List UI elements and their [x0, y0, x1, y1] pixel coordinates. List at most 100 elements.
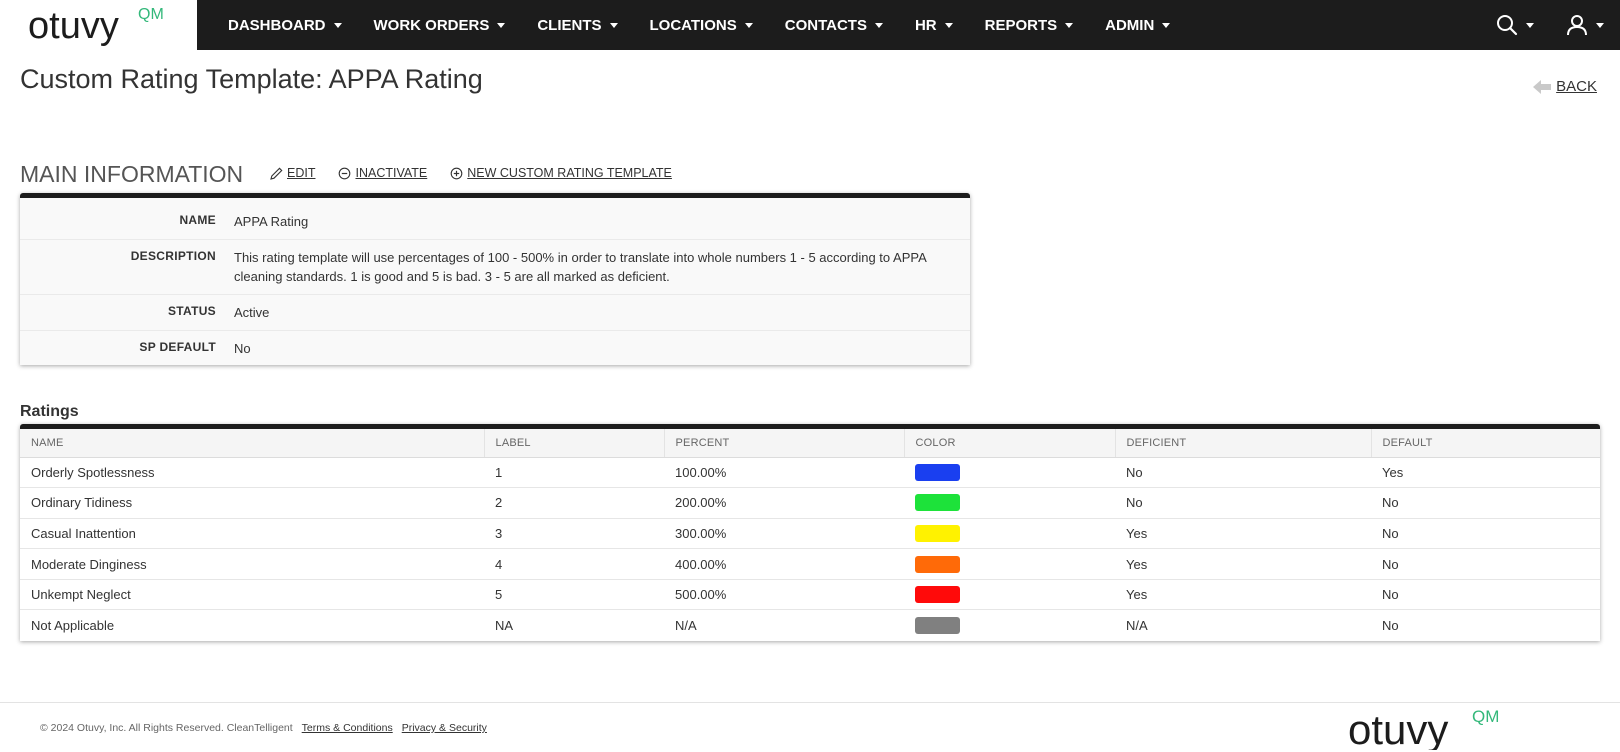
rating-deficient: No — [1115, 457, 1371, 489]
nav-admin[interactable]: ADMIN — [1089, 0, 1186, 50]
svg-text:QM: QM — [1472, 707, 1499, 726]
info-row-status: STATUS Active — [20, 295, 970, 331]
new-custom-rating-template-button[interactable]: NEW CUSTOM RATING TEMPLATE — [450, 166, 672, 180]
sp-default-label: SP DEFAULT — [139, 340, 216, 354]
column-header-name[interactable]: NAME — [20, 429, 485, 458]
footer-otuvy-qm-logo: otuvy QM — [1348, 706, 1499, 750]
table-row[interactable]: Moderate Dinginess 4 400.00% Yes No — [20, 548, 1600, 580]
info-row-description: DESCRIPTION This rating template will us… — [20, 240, 970, 295]
plus-circle-icon — [450, 167, 463, 179]
footer: © 2024 Otuvy, Inc. All Rights Reserved. … — [40, 722, 487, 734]
chevron-down-icon — [874, 22, 883, 28]
nav-locations[interactable]: LOCATIONS — [634, 0, 769, 50]
rating-label: 4 — [484, 548, 664, 580]
main-info-actions: EDIT INACTIVATE NEW CUSTOM RATING TEMPLA… — [270, 166, 695, 180]
table-header-row: NAME LABEL PERCENT COLOR DEFICIENT DEFAU… — [20, 429, 1600, 458]
table-row[interactable]: Orderly Spotlessness 1 100.00% No Yes — [20, 457, 1600, 489]
rating-deficient: N/A — [1126, 618, 1148, 634]
nav-reports-label: REPORTS — [984, 16, 1058, 34]
rating-percent: 100.00% — [664, 457, 904, 489]
user-menu[interactable] — [1550, 0, 1620, 50]
minus-circle-icon — [339, 167, 351, 179]
search-menu[interactable] — [1480, 0, 1550, 50]
chevron-down-icon — [1065, 22, 1074, 28]
nav-reports[interactable]: REPORTS — [969, 0, 1090, 50]
back-label: BACK — [1556, 78, 1597, 95]
search-icon — [1497, 15, 1518, 36]
rating-percent: 500.00% — [664, 579, 904, 611]
column-header-default[interactable]: DEFAULT — [1371, 429, 1600, 458]
column-header-color[interactable]: COLOR — [904, 429, 1116, 458]
description-value: This rating template will use percentage… — [234, 250, 927, 284]
table-row[interactable]: Casual Inattention 3 300.00% Yes No — [20, 518, 1600, 550]
info-row-name: NAME APPA Rating — [20, 204, 970, 240]
nav-contacts[interactable]: CONTACTS — [769, 0, 899, 50]
rating-label: 5 — [484, 579, 664, 611]
chevron-down-icon — [1526, 22, 1534, 28]
status-value: Active — [234, 305, 270, 320]
description-label: DESCRIPTION — [130, 249, 216, 263]
main-information-title: MAIN INFORMATION — [20, 161, 244, 187]
footer-divider — [0, 702, 1620, 703]
rating-deficient: Yes — [1115, 518, 1371, 550]
edit-label: EDIT — [287, 166, 316, 180]
rating-color-cell — [904, 518, 1115, 550]
rating-percent: N/A — [675, 618, 697, 634]
rating-default: No — [1371, 548, 1600, 580]
rating-color-cell — [904, 457, 1115, 489]
table-row[interactable]: Unkempt Neglect 5 500.00% Yes No — [20, 579, 1600, 611]
nav-dashboard[interactable]: DASHBOARD — [212, 0, 358, 50]
page-title: Custom Rating Template: APPA Rating — [20, 64, 483, 94]
nav-clients-label: CLIENTS — [537, 16, 602, 34]
rating-deficient: Yes — [1115, 579, 1371, 611]
inactivate-button[interactable]: INACTIVATE — [338, 166, 427, 180]
name-value: APPA Rating — [234, 214, 309, 229]
svg-text:otuvy: otuvy — [28, 5, 119, 47]
top-navbar: otuvy QM DASHBOARD WORK ORDERS CLIENTS L… — [0, 0, 1620, 50]
nav-work-orders[interactable]: WORK ORDERS — [358, 0, 522, 50]
chevron-down-icon — [333, 22, 342, 28]
nav-hr[interactable]: HR — [899, 0, 969, 50]
arrow-left-icon — [1533, 79, 1552, 94]
nav-admin-label: ADMIN — [1105, 16, 1155, 34]
rating-name: Orderly Spotlessness — [20, 457, 484, 489]
table-row[interactable]: Ordinary Tidiness 2 200.00% No No — [20, 487, 1600, 519]
privacy-link[interactable]: Privacy & Security — [402, 722, 487, 734]
color-swatch — [915, 525, 960, 543]
pencil-icon — [270, 167, 283, 180]
chevron-down-icon — [1162, 22, 1171, 28]
nav-locations-label: LOCATIONS — [649, 16, 737, 34]
chevron-down-icon — [944, 22, 953, 28]
top-right-icons — [1480, 0, 1620, 50]
rating-default: No — [1371, 487, 1600, 519]
logo-container[interactable]: otuvy QM — [0, 0, 197, 50]
chevron-down-icon — [744, 22, 753, 28]
svg-text:otuvy: otuvy — [1348, 706, 1448, 750]
rating-color-cell — [904, 579, 1115, 611]
rating-name: Not Applicable — [31, 618, 115, 634]
terms-link[interactable]: Terms & Conditions — [302, 722, 393, 734]
otuvy-qm-logo[interactable]: otuvy QM — [28, 2, 178, 48]
edit-button[interactable]: EDIT — [270, 166, 315, 180]
user-icon — [1567, 15, 1587, 36]
rating-label: 1 — [484, 457, 664, 489]
copyright-text: © 2024 Otuvy, Inc. All Rights Reserved. … — [40, 722, 293, 734]
color-swatch — [915, 586, 960, 604]
rating-default: No — [1371, 518, 1600, 550]
sp-default-value: No — [234, 341, 251, 356]
nav-clients[interactable]: CLIENTS — [521, 0, 633, 50]
table-row[interactable]: Not Applicable NA N/A N/A No — [20, 610, 1600, 641]
rating-name: Moderate Dinginess — [20, 548, 484, 580]
chevron-down-icon — [609, 22, 618, 28]
nav-contacts-label: CONTACTS — [784, 16, 867, 34]
rating-default: No — [1371, 579, 1600, 611]
column-header-deficient[interactable]: DEFICIENT — [1115, 429, 1372, 458]
back-link[interactable]: BACK — [1533, 78, 1597, 95]
rating-color-cell — [904, 548, 1115, 580]
rating-label: NA — [495, 618, 514, 634]
rating-percent: 300.00% — [664, 518, 904, 550]
info-row-sp-default: SP DEFAULT No — [20, 331, 970, 366]
column-header-percent[interactable]: PERCENT — [664, 429, 905, 458]
inactivate-label: INACTIVATE — [355, 166, 428, 180]
column-header-label[interactable]: LABEL — [484, 429, 665, 458]
